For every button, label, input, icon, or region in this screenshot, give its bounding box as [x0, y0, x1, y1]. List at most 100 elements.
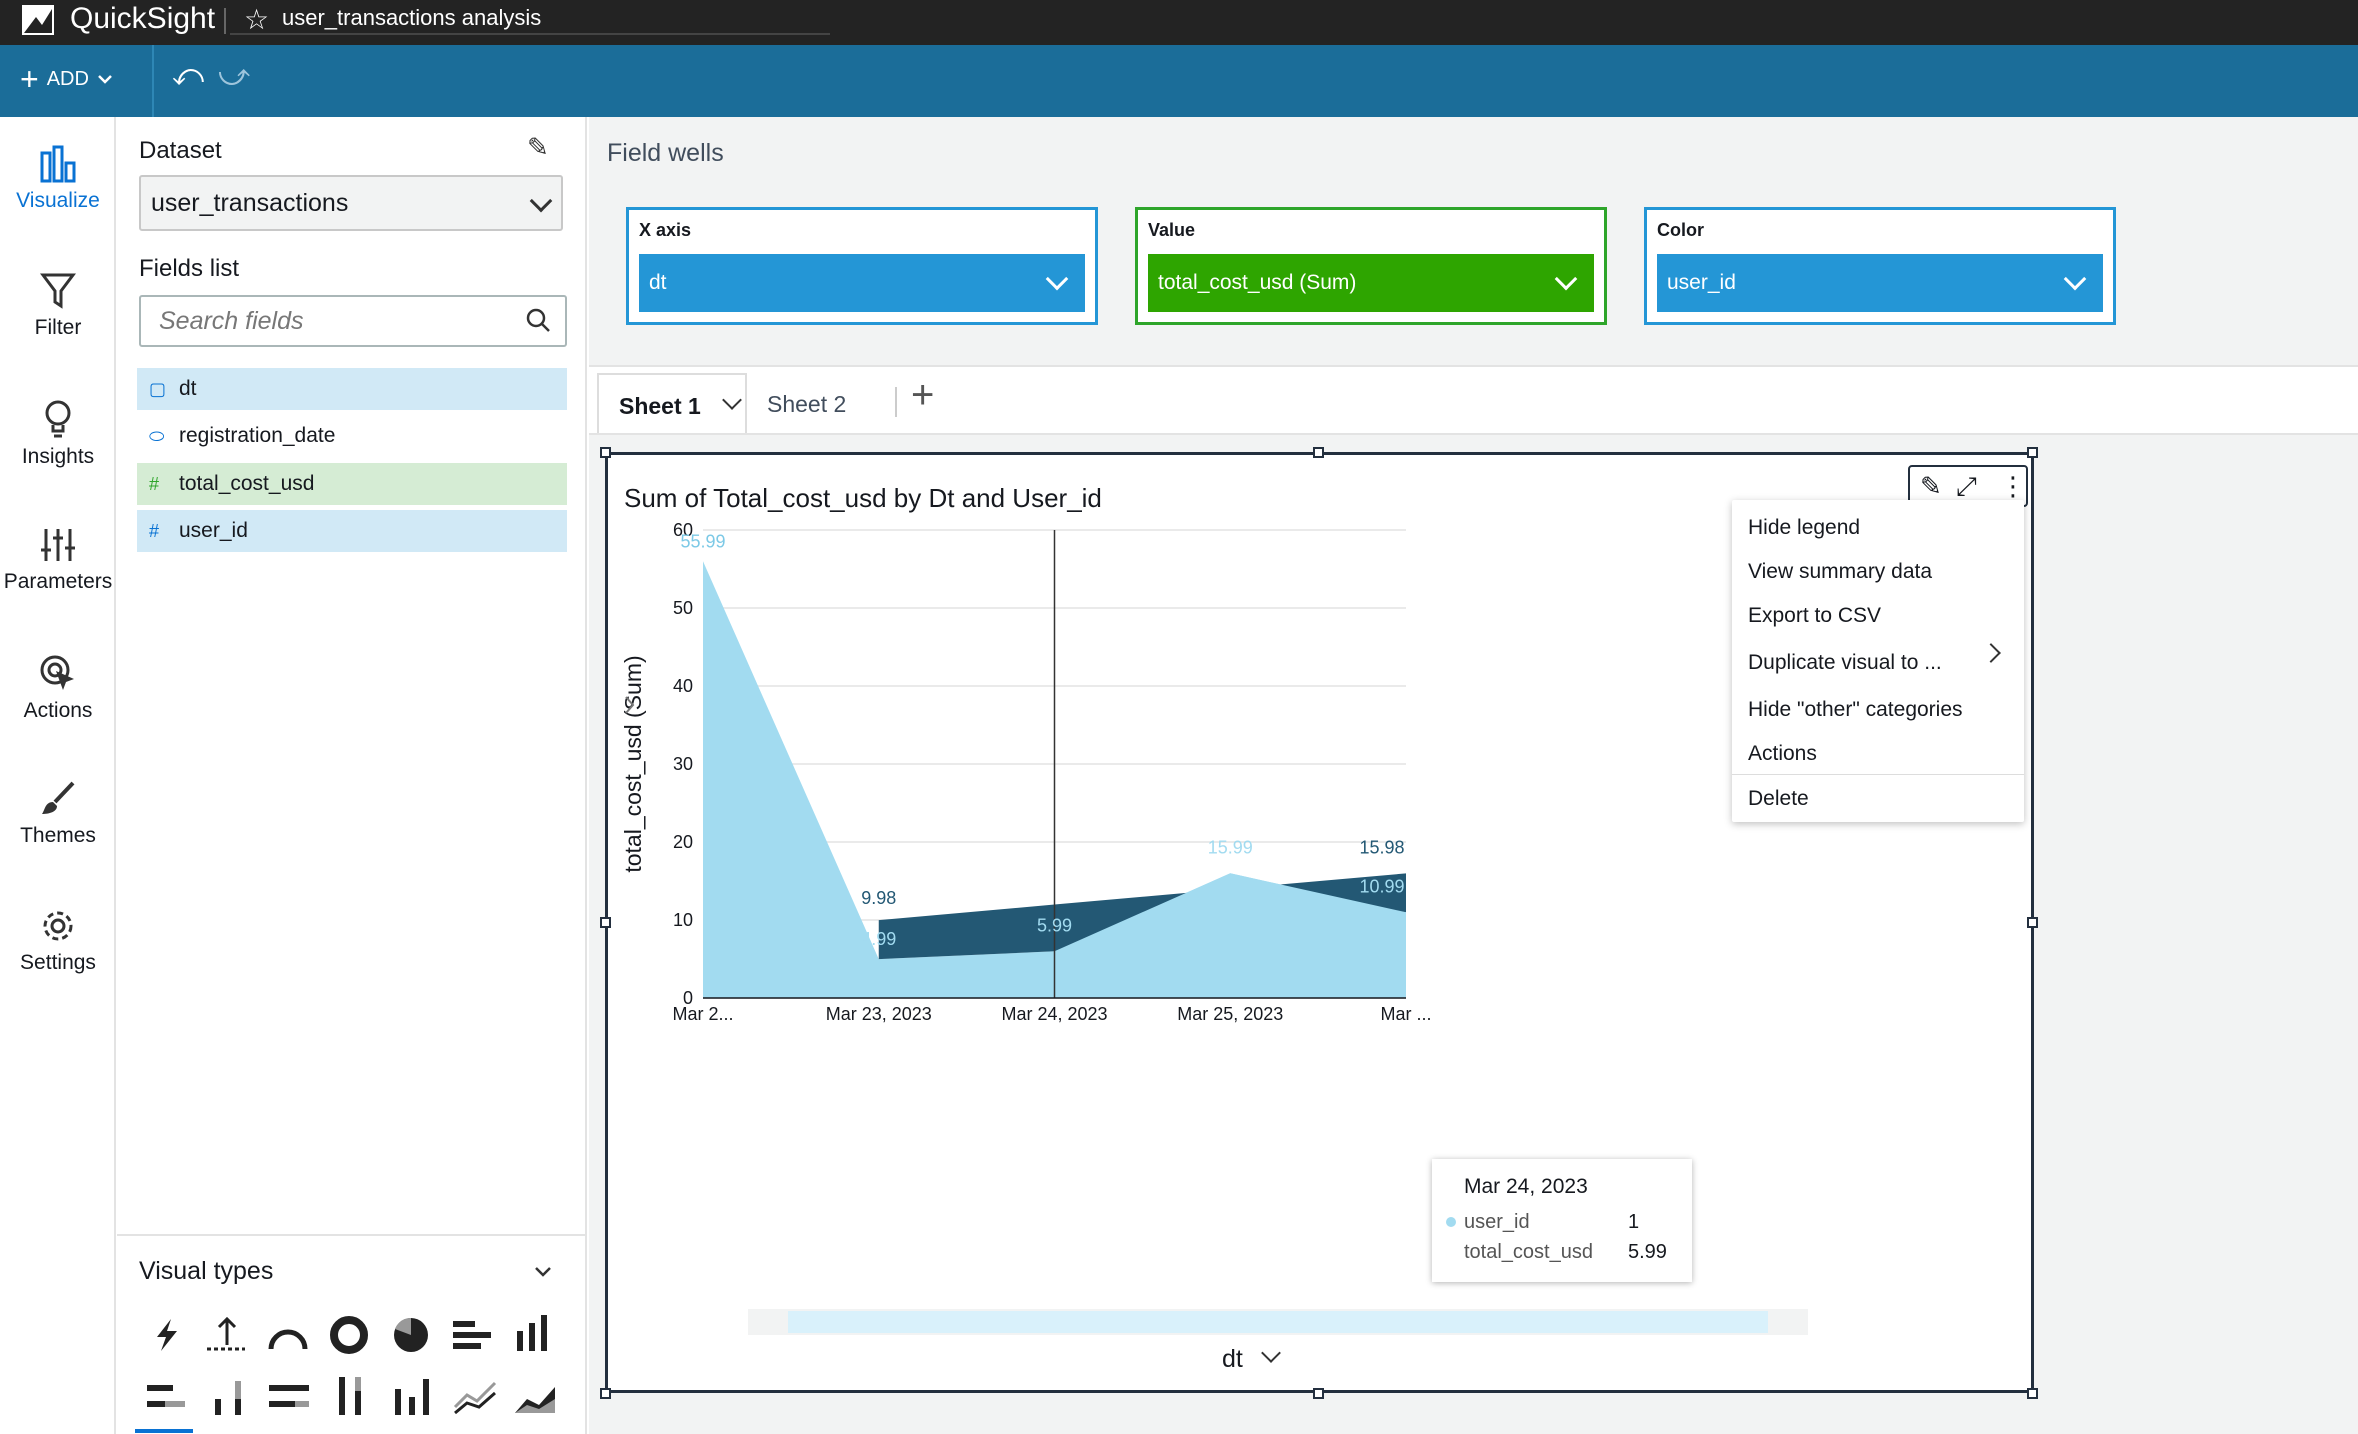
chevron-down-icon — [1045, 267, 1069, 291]
vertical-bar-icon[interactable] — [513, 1313, 553, 1353]
nav-actions[interactable]: Actions — [0, 653, 116, 723]
divider — [117, 1234, 587, 1236]
edit-dataset-icon[interactable]: ✎ — [527, 132, 549, 163]
resize-handle[interactable] — [600, 1388, 611, 1399]
tab-sheet-1[interactable]: Sheet 1 — [597, 373, 747, 433]
area-chart-icon[interactable] — [513, 1377, 557, 1415]
data-label: 9.98 — [861, 888, 896, 908]
field-name: registration_date — [179, 424, 336, 447]
field-item-total-cost-usd[interactable]: # total_cost_usd — [137, 463, 567, 505]
dataset-value: user_transactions — [151, 189, 349, 217]
nav-insights[interactable]: Insights — [0, 399, 116, 469]
menu-item-hide-other[interactable]: Hide "other" categories — [1748, 698, 1963, 722]
chevron-down-icon[interactable] — [533, 1265, 553, 1279]
analysis-title[interactable]: user_transactions analysis — [282, 5, 541, 31]
chevron-down-icon — [98, 75, 112, 84]
field-item-registration-date[interactable]: ⬭ registration_date — [137, 415, 567, 457]
sliders-icon — [41, 529, 75, 561]
tag-icon: ⬭ — [149, 426, 165, 446]
menu-item-view-summary[interactable]: View summary data — [1748, 560, 1932, 584]
add-label: ADD — [46, 67, 89, 90]
percent-vertical-bar-icon[interactable] — [331, 1375, 371, 1417]
visual-context-menu: Hide legend View summary data Export to … — [1732, 500, 2024, 822]
y-tick-label: 10 — [673, 910, 693, 930]
hash-icon: # — [149, 474, 160, 494]
calendar-icon: ▢ — [149, 379, 167, 399]
lightbulb-icon — [45, 400, 71, 438]
y-tick-label: 30 — [673, 754, 693, 774]
brush-icon — [42, 781, 75, 814]
resize-handle[interactable] — [1313, 1388, 1324, 1399]
resize-handle[interactable] — [600, 447, 611, 458]
color-field-select[interactable]: user_id — [1657, 254, 2103, 312]
nav-label: Themes — [20, 824, 96, 847]
menu-item-export-csv[interactable]: Export to CSV — [1748, 604, 1881, 628]
menu-divider — [1732, 774, 2024, 775]
kpi-icon[interactable] — [205, 1315, 247, 1353]
add-sheet-icon[interactable]: + — [911, 373, 934, 418]
chevron-down-icon — [529, 189, 553, 213]
brand-name[interactable]: QuickSight — [70, 2, 215, 36]
add-button[interactable]: + ADD — [20, 61, 113, 97]
search-icon[interactable] — [525, 307, 551, 333]
chevron-right-icon — [1981, 643, 2001, 663]
donut-icon[interactable] — [329, 1315, 369, 1355]
tab-label: Sheet 1 — [619, 393, 701, 419]
line-chart-icon[interactable] — [453, 1377, 497, 1415]
resize-handle[interactable] — [1313, 447, 1324, 458]
field-item-dt[interactable]: ▢ dt — [137, 368, 567, 410]
dataset-select[interactable]: user_transactions — [139, 175, 563, 231]
gauge-icon[interactable] — [267, 1319, 309, 1351]
nav-themes[interactable]: Themes — [0, 780, 116, 848]
data-label: 15.98 — [1359, 837, 1404, 857]
legend-dot — [1446, 1217, 1456, 1227]
data-label: 15.99 — [1208, 837, 1253, 857]
chevron-down-icon — [2063, 267, 2087, 291]
nav-label: Visualize — [16, 189, 100, 212]
nav-settings[interactable]: Settings — [0, 907, 116, 975]
value-well: Value total_cost_usd (Sum) — [1135, 207, 1607, 325]
redo-icon[interactable]: ⤻ — [218, 59, 250, 93]
resize-handle[interactable] — [2027, 1388, 2038, 1399]
menu-item-duplicate[interactable]: Duplicate visual to ... — [1748, 651, 1942, 675]
percent-horizontal-bar-icon[interactable] — [267, 1379, 311, 1415]
nav-parameters[interactable]: Parameters — [0, 526, 116, 594]
scroll-thumb[interactable] — [788, 1311, 1768, 1333]
quicksight-logo-icon — [22, 5, 54, 35]
search-fields-input[interactable]: Search fields — [139, 295, 567, 347]
y-axis-label: total_cost_usd (Sum) — [620, 655, 646, 872]
tab-sheet-2[interactable]: Sheet 2 — [767, 391, 846, 418]
nav-rail: Visualize Filter Insights Parameters Act… — [0, 117, 116, 1434]
x-tick-label: Mar ... — [1380, 1004, 1431, 1024]
value-field-select[interactable]: total_cost_usd (Sum) — [1148, 254, 1594, 312]
autograph-icon[interactable] — [151, 1317, 183, 1353]
field-item-user-id[interactable]: # user_id — [137, 510, 567, 552]
tooltip-value: 1 — [1628, 1211, 1640, 1233]
y-tick-label: 40 — [673, 676, 693, 696]
combo-bar-icon[interactable] — [391, 1375, 433, 1417]
pie-icon[interactable] — [391, 1315, 431, 1355]
resize-handle[interactable] — [2027, 917, 2038, 928]
chevron-down-icon[interactable] — [722, 390, 742, 410]
horizontal-bar-icon[interactable] — [451, 1317, 493, 1353]
chevron-down-icon — [1554, 267, 1578, 291]
star-icon[interactable]: ☆ — [244, 3, 269, 36]
bar-chart-icon — [40, 145, 76, 183]
undo-icon[interactable]: ⤺ — [172, 59, 204, 93]
stacked-vertical-bar-icon[interactable] — [209, 1377, 249, 1417]
nav-visualize[interactable]: Visualize — [0, 145, 116, 213]
resize-handle[interactable] — [2027, 447, 2038, 458]
x-axis-field-select[interactable]: dt — [639, 254, 1085, 312]
stacked-horizontal-bar-icon[interactable] — [145, 1379, 189, 1415]
x-axis-field-label[interactable]: dt — [1222, 1345, 1243, 1374]
x-axis-scrollbar[interactable] — [748, 1309, 1808, 1335]
nav-filter[interactable]: Filter — [0, 272, 116, 340]
resize-handle[interactable] — [600, 917, 611, 928]
sheet-tab-bar: Sheet 1 Sheet 2 + — [589, 365, 2358, 435]
nav-label: Settings — [20, 951, 96, 974]
menu-item-actions[interactable]: Actions — [1748, 742, 1817, 766]
plus-icon: + — [20, 61, 39, 97]
menu-item-hide-legend[interactable]: Hide legend — [1748, 516, 1860, 540]
menu-item-delete[interactable]: Delete — [1748, 787, 1809, 811]
tooltip-date: Mar 24, 2023 — [1464, 1175, 1588, 1198]
